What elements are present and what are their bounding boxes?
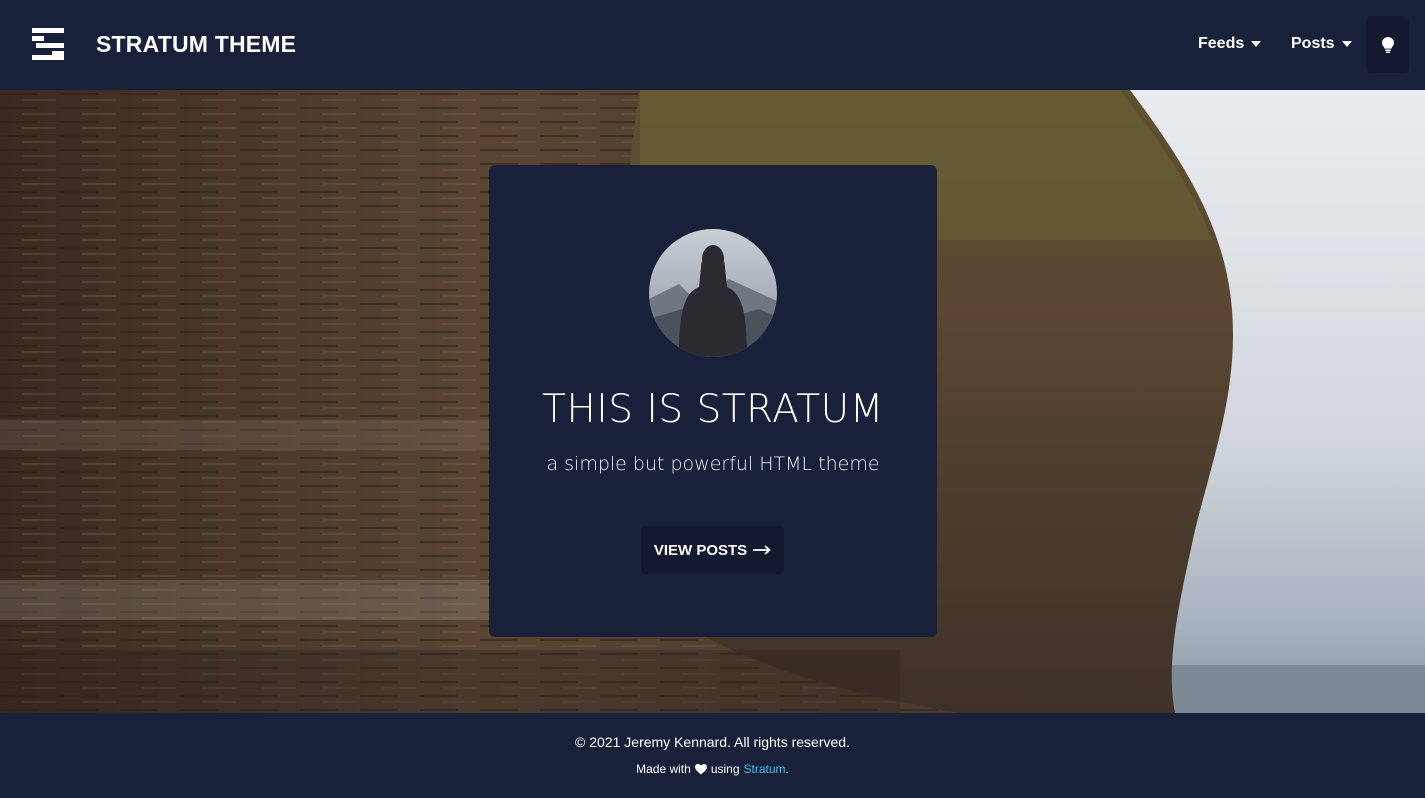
stratum-logo-icon[interactable] xyxy=(32,28,64,60)
theme-toggle-button[interactable] xyxy=(1366,16,1409,73)
using-text: using xyxy=(710,762,740,776)
nav-feeds-dropdown[interactable]: Feeds xyxy=(1198,35,1262,53)
view-posts-label: VIEW POSTS xyxy=(653,541,748,559)
heart-icon xyxy=(694,763,707,774)
hooded-figure-avatar xyxy=(649,229,777,357)
stratum-link[interactable]: Stratum xyxy=(744,762,786,776)
footer: © 2021 Jeremy Kennard. All rights reserv… xyxy=(0,713,1425,798)
hero-title: THIS IS STRATUM xyxy=(542,387,884,432)
suffix-text: . xyxy=(785,762,789,776)
made-with-line: Made with using Stratum. xyxy=(0,762,1425,776)
arrow-right-icon xyxy=(753,545,772,555)
brand-title[interactable]: STRATUM THEME xyxy=(96,31,296,58)
view-posts-button[interactable]: VIEW POSTS xyxy=(641,526,784,574)
caret-down-icon xyxy=(1341,41,1352,47)
lightbulb-icon xyxy=(1381,36,1394,53)
nav-posts-dropdown[interactable]: Posts xyxy=(1291,35,1352,53)
caret-down-icon xyxy=(1251,41,1262,47)
hero-card: THIS IS STRATUM a simple but powerful HT… xyxy=(489,165,937,637)
nav-feeds-label: Feeds xyxy=(1198,35,1245,52)
navbar: STRATUM THEME Feeds Posts xyxy=(0,0,1425,90)
copyright-text: © 2021 Jeremy Kennard. All rights reserv… xyxy=(575,734,850,750)
hero-subtitle: a simple but powerful HTML theme xyxy=(546,453,880,475)
nav-posts-label: Posts xyxy=(1291,35,1335,52)
hero-section: THIS IS STRATUM a simple but powerful HT… xyxy=(0,90,1425,713)
made-with-prefix: Made with xyxy=(636,762,691,776)
